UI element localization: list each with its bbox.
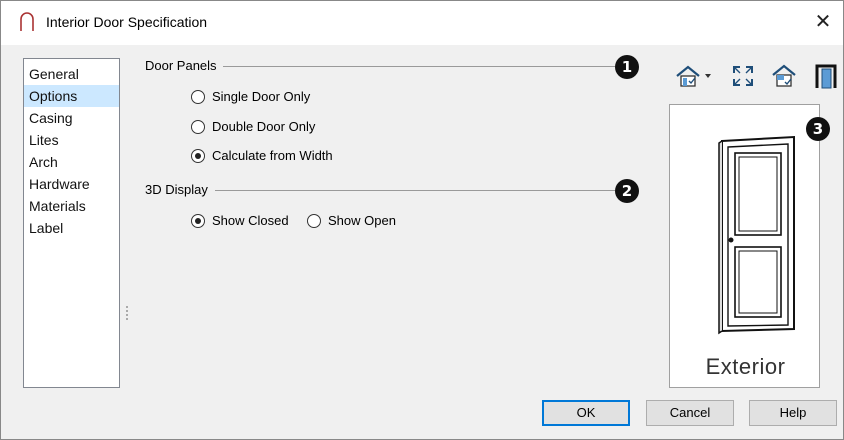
arch-door-icon — [20, 12, 34, 31]
house-view-icon — [676, 65, 711, 87]
radio-show-open[interactable]: Show Open — [307, 213, 396, 228]
radio-label: Show Open — [328, 213, 396, 228]
fill-window-button[interactable] — [727, 61, 759, 91]
chevron-down-icon — [705, 74, 711, 78]
sidebar-item-materials[interactable]: Materials — [24, 195, 119, 217]
radio-double-door-only[interactable]: Double Door Only — [191, 119, 315, 134]
sidebar-item-label[interactable]: Label — [24, 217, 119, 239]
preview-label: Exterior — [705, 354, 786, 379]
fill-window-icon — [733, 66, 753, 86]
radio-circle-checked — [191, 148, 205, 163]
sidebar-item-options[interactable]: Options — [24, 85, 119, 107]
category-list: General Options Casing Lites Arch Hardwa… — [23, 58, 120, 388]
radio-circle — [307, 213, 321, 228]
radio-circle-checked — [191, 213, 205, 228]
radio-label: Single Door Only — [212, 89, 311, 104]
help-button[interactable]: Help — [749, 400, 837, 426]
sidebar-item-general[interactable]: General — [24, 63, 119, 85]
radio-label: Calculate from Width — [212, 148, 333, 163]
radio-calculate-from-width[interactable]: Calculate from Width — [191, 148, 333, 163]
show-floor-icon — [772, 64, 796, 87]
show-floor-button[interactable] — [767, 61, 801, 91]
door-knob — [728, 237, 734, 243]
sidebar-item-arch[interactable]: Arch — [24, 151, 119, 173]
radio-label: Double Door Only — [212, 119, 316, 134]
3d-display-divider — [215, 190, 615, 191]
radio-label: Show Closed — [212, 213, 289, 228]
sidebar-item-hardware[interactable]: Hardware — [24, 173, 119, 195]
dialog-window: Interior Door Specification ✕ General Op… — [0, 0, 844, 440]
window-title: Interior Door Specification — [46, 14, 208, 30]
radio-single-door-only[interactable]: Single Door Only — [191, 89, 310, 104]
door-panels-heading: Door Panels — [145, 58, 217, 73]
callout-2: 2 — [615, 179, 639, 203]
close-button[interactable]: ✕ — [803, 5, 843, 41]
door-frame-icon — [815, 64, 837, 89]
callout-1: 1 — [615, 55, 639, 79]
cancel-button[interactable]: Cancel — [646, 400, 734, 426]
door-panels-divider — [223, 66, 615, 67]
radio-circle — [191, 89, 205, 104]
callout-3: 3 — [806, 117, 830, 141]
ok-button[interactable]: OK — [542, 400, 630, 426]
sidebar-item-casing[interactable]: Casing — [24, 107, 119, 129]
door-frame-button[interactable] — [811, 61, 841, 91]
door-preview-panel: 3 Exterior — [669, 104, 830, 388]
view-type-dropdown-button[interactable] — [669, 61, 719, 91]
radio-show-closed[interactable]: Show Closed — [191, 213, 289, 228]
3d-display-heading: 3D Display — [145, 182, 208, 197]
door-illustration — [718, 135, 795, 335]
sidebar-item-lites[interactable]: Lites — [24, 129, 119, 151]
radio-circle — [191, 119, 205, 134]
title-bar: Interior Door Specification ✕ — [1, 1, 843, 45]
pane-splitter[interactable] — [126, 306, 130, 320]
